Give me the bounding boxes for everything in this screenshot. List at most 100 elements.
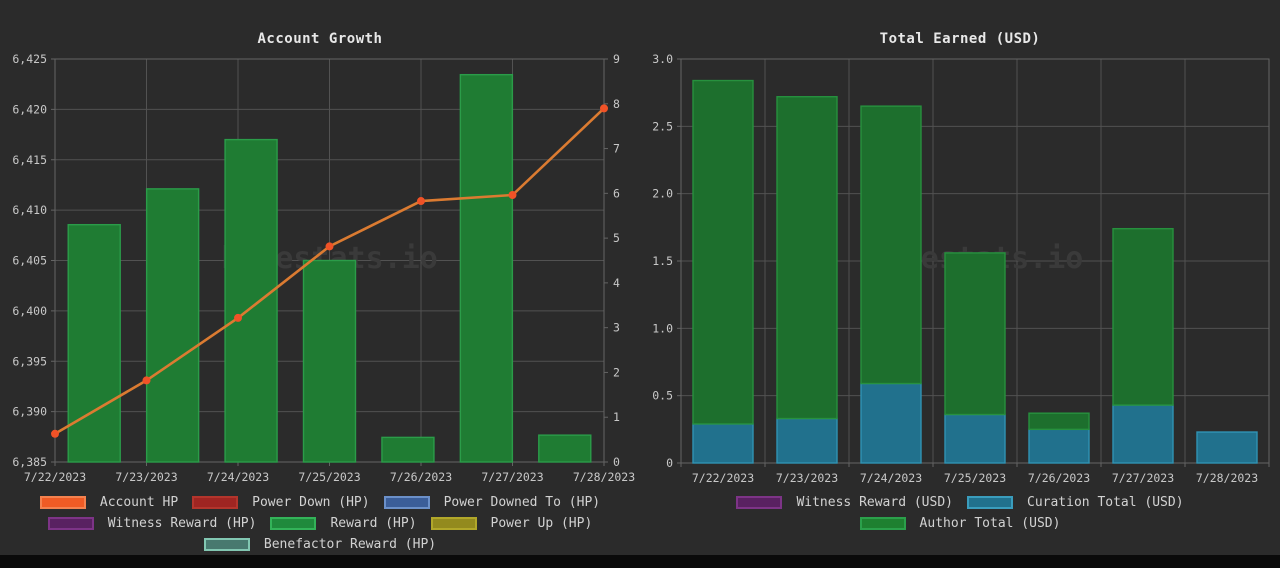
y-axis-label: 6,385: [12, 455, 47, 469]
line-point[interactable]: [417, 197, 425, 206]
y2-axis-label: 2: [613, 365, 620, 379]
legend-item-power-up-hp-[interactable]: Power Up (HP): [430, 516, 593, 531]
x-axis-label: 7/23/2023: [115, 470, 177, 484]
legend-label: Account HP: [99, 495, 179, 510]
legend-row: Account HP Power Down (HP) Power Downed To…: [0, 492, 640, 513]
legend-item-power-downed-to-hp-[interactable]: Power Downed To (HP): [383, 495, 601, 510]
x-axis-label: 7/25/2023: [944, 471, 1006, 485]
bar-curation-total-usd-[interactable]: [1112, 404, 1174, 464]
legend-label: Curation Total (USD): [1027, 495, 1184, 510]
bar-curation-total-usd-[interactable]: [1196, 431, 1258, 464]
total-earned-legend: Witness Reward (USD) Curation Total (USD)…: [640, 492, 1280, 534]
bar-curation-total-usd-[interactable]: [944, 413, 1006, 464]
legend-item-reward-hp-[interactable]: Reward (HP): [270, 516, 417, 531]
bar-curation-total-usd-[interactable]: [692, 423, 754, 464]
y-axis-label: 3.0: [652, 52, 673, 66]
bar-curation-total-usd-[interactable]: [776, 417, 838, 464]
y2-axis-label: 4: [613, 276, 620, 290]
y-axis-label: 6,425: [12, 52, 47, 66]
account-growth-chart: Account Growth 6,425 6,420 6,415 6,410 6,405…: [0, 0, 640, 568]
legend-item-power-down-hp-[interactable]: Power Down (HP): [192, 495, 370, 510]
y-axis-label: 0.5: [652, 389, 673, 403]
legend-swatch: [47, 517, 94, 530]
y-axis-label: 6,390: [12, 405, 47, 419]
total-earned-plot-area[interactable]: 3.0 2.5 2.0 1.5 1.0 0.5 0 7/22/2023 7/23/2023 7/2…: [640, 0, 1280, 492]
x-axis-label: 7/24/2023: [207, 470, 269, 484]
legend-item-account-hp[interactable]: Account HP: [39, 495, 179, 510]
y2-axis-label: 8: [613, 97, 620, 111]
legend-item-witness-reward-usd-[interactable]: Witness Reward (USD): [736, 495, 953, 510]
y2-axis-label: 3: [613, 321, 620, 335]
legend-label: Power Downed To (HP): [443, 495, 601, 510]
legend-swatch: [859, 517, 906, 530]
legend-item-witness-reward-hp-[interactable]: Witness Reward (HP): [47, 516, 257, 531]
bar-curation-total-usd-[interactable]: [1028, 428, 1090, 464]
y-axis-label: 6,410: [12, 203, 47, 217]
y2-axis-label: 5: [613, 231, 620, 245]
legend-row: Witness Reward (HP) Reward (HP) Power Up (…: [0, 513, 640, 534]
legend-label: Power Down (HP): [252, 495, 370, 510]
x-axis-label: 7/22/2023: [692, 471, 754, 485]
account-growth-plot-area[interactable]: 6,425 6,420 6,415 6,410 6,405 6,400 6,395 6,390…: [0, 0, 640, 492]
legend-label: Witness Reward (USD): [796, 495, 953, 510]
legend-swatch: [203, 538, 250, 551]
bar-reward-hp-[interactable]: [224, 138, 278, 463]
line-point[interactable]: [142, 376, 151, 385]
legend-swatch: [39, 496, 86, 509]
bar-reward-hp-[interactable]: [538, 434, 592, 463]
bar-author-total-usd-[interactable]: [1028, 412, 1090, 431]
legend-label: Witness Reward (HP): [107, 516, 257, 531]
bar-author-total-usd-[interactable]: [944, 252, 1006, 416]
x-axis-label: 7/27/2023: [481, 470, 543, 484]
bar-reward-hp-[interactable]: [302, 259, 357, 463]
legend-swatch: [430, 517, 477, 530]
line-point[interactable]: [508, 191, 517, 200]
legend-label: Benefactor Reward (HP): [263, 537, 437, 552]
x-axis-label: 7/26/2023: [1028, 471, 1090, 485]
y-axis-label: 6,405: [12, 254, 47, 268]
line-point[interactable]: [234, 313, 242, 322]
line-point[interactable]: [600, 104, 608, 113]
y-axis-label: 6,415: [12, 153, 47, 167]
bar-author-total-usd-[interactable]: [692, 79, 754, 425]
legend-label: Author Total (USD): [919, 516, 1061, 531]
total-earned-usd-chart: Total Earned (USD) 3.0 2.5 2.0 1.5 1.0 0.5 0 7/…: [640, 0, 1280, 568]
y2-axis-label: 7: [613, 142, 620, 156]
bar-reward-hp-[interactable]: [67, 223, 121, 463]
bar-author-total-usd-[interactable]: [1112, 227, 1174, 406]
y2-axis-label: 6: [613, 186, 620, 200]
y2-axis-label: 9: [613, 52, 620, 66]
legend-swatch: [967, 496, 1013, 509]
legend-label: Power Up (HP): [490, 516, 593, 531]
y-axis-label: 1.5: [652, 254, 673, 268]
account-growth-legend: Account HP Power Down (HP) Power Downed To…: [0, 492, 640, 555]
y-axis-label: 6,395: [12, 354, 47, 368]
bar-reward-hp-[interactable]: [459, 73, 514, 463]
bar-author-total-usd-[interactable]: [776, 96, 838, 420]
line-point[interactable]: [325, 242, 334, 251]
legend-swatch: [270, 517, 317, 530]
x-axis-label: 7/23/2023: [776, 471, 838, 485]
legend-item-author-total-usd-[interactable]: Author Total (USD): [859, 516, 1061, 531]
legend-label: Reward (HP): [330, 516, 417, 531]
hivestats-dashboard: Account Growth 6,425 6,420 6,415 6,410 6,405…: [0, 0, 1280, 568]
x-axis-label: 7/22/2023: [24, 470, 86, 484]
legend-item-benefactor-reward-hp-[interactable]: Benefactor Reward (HP): [203, 537, 437, 552]
bar-author-total-usd-[interactable]: [860, 105, 922, 385]
bar-reward-hp-[interactable]: [145, 188, 200, 463]
legend-row: Witness Reward (USD) Curation Total (USD): [640, 492, 1280, 513]
y-axis-label: 0: [666, 456, 673, 470]
x-axis-label: 7/25/2023: [298, 470, 360, 484]
legend-swatch: [736, 496, 783, 509]
bar-reward-hp-[interactable]: [381, 436, 435, 463]
bar-curation-total-usd-[interactable]: [860, 382, 922, 464]
legend-item-curation-total-usd-[interactable]: Curation Total (USD): [967, 495, 1184, 510]
y-axis-label: 6,400: [12, 304, 47, 318]
line-point[interactable]: [51, 429, 59, 438]
legend-row: Benefactor Reward (HP): [0, 534, 640, 555]
bottom-window-bar: [0, 555, 1280, 568]
x-axis-label: 7/24/2023: [860, 471, 922, 485]
y-axis-label: 6,420: [12, 102, 47, 116]
y2-axis-label: 1: [613, 410, 620, 424]
legend-swatch: [192, 496, 239, 509]
